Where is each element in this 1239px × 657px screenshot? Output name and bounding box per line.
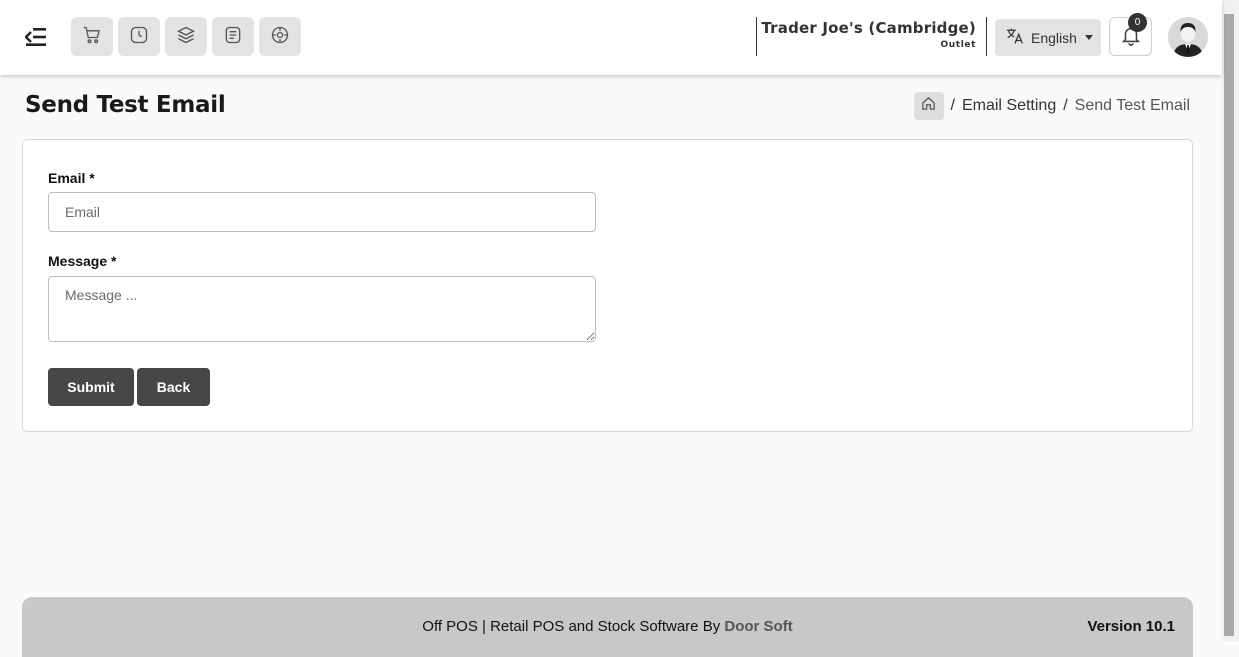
submit-button[interactable]: Submit [48,368,134,406]
stock-button[interactable] [165,17,207,56]
footer-credit-text: Off POS | Retail POS and Stock Software … [422,618,721,635]
email-input[interactable] [48,192,596,232]
user-avatar[interactable] [1168,17,1208,57]
attendance-button[interactable] [118,17,160,56]
footer-version: Version 10.1 [1087,618,1175,635]
page-scrollbar-thumb[interactable] [1224,14,1234,636]
language-label: English [1031,29,1077,46]
breadcrumb-separator: / [1063,97,1068,114]
chevron-down-icon [1084,35,1093,40]
breadcrumb-current: Send Test Email [1074,97,1190,114]
footer-brand-link[interactable]: Door Soft [724,618,792,635]
breadcrumb: / Email Setting / Send Test Email [913,92,1190,120]
receipt-icon [223,25,243,49]
message-textarea[interactable] [48,276,596,342]
email-label: Email * [48,170,95,186]
pos-cart-button[interactable] [71,17,113,56]
menu-collapse-icon[interactable] [22,24,50,50]
settings-wheel-icon [270,25,290,49]
breadcrumb-email-setting-link[interactable]: Email Setting [962,97,1056,115]
footer-credit: Off POS | Retail POS and Stock Software … [22,618,1193,635]
page-title: Send Test Email [25,92,226,118]
top-navbar: Trader Joe's (Cambridge) Outlet English … [0,0,1222,75]
breadcrumb-home-button[interactable] [913,92,944,120]
home-icon [921,96,936,116]
register-button[interactable] [259,17,301,56]
back-button[interactable]: Back [137,368,210,406]
sales-button[interactable] [212,17,254,56]
outlet-type: Outlet [940,40,976,50]
clock-icon [129,25,149,49]
outlet-info[interactable]: Trader Joe's (Cambridge) Outlet [756,17,987,56]
cart-icon [82,25,102,49]
layers-icon [176,25,196,49]
message-label: Message * [48,253,117,269]
breadcrumb-separator: / [950,97,955,114]
page-footer: Off POS | Retail POS and Stock Software … [22,597,1193,657]
notification-count-badge: 0 [1128,13,1147,32]
language-dropdown[interactable]: English [995,19,1101,56]
outlet-name: Trader Joe's (Cambridge) [761,19,976,37]
translate-icon [1005,27,1025,49]
